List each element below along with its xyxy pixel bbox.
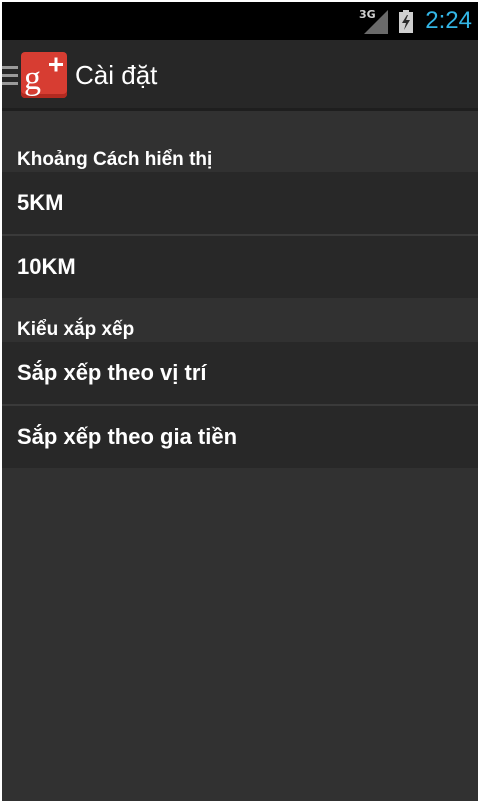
list-item-label: 5KM [17, 190, 64, 215]
signal-icon [364, 10, 388, 34]
section-header-label: Khoảng Cách hiển thị [17, 149, 213, 170]
list-item-label: Sắp xếp theo gia tiền [17, 424, 238, 449]
action-bar: g Cài đặt [2, 40, 478, 111]
page-title: Cài đặt [75, 60, 158, 90]
list-item-sort-by-price[interactable]: Sắp xếp theo gia tiền [2, 406, 478, 468]
google-plus-icon[interactable]: g [21, 52, 67, 98]
section-header-label: Kiểu xắp xếp [17, 319, 135, 340]
section-header-sort: Kiểu xắp xếp [2, 313, 478, 341]
list-item-10km[interactable]: 10KM [2, 236, 478, 298]
clock: 2:24 [425, 7, 472, 34]
section-header-distance: Khoảng Cách hiển thị [2, 143, 478, 171]
screen: 3G 2:24 g Cài đặt Khoảng Cách hiển thị 5… [2, 2, 478, 801]
list-item-sort-by-location[interactable]: Sắp xếp theo vị trí [2, 342, 478, 404]
list-item-label: 10KM [17, 254, 76, 279]
hamburger-menu-icon[interactable] [2, 66, 18, 88]
battery-charging-icon [399, 10, 413, 33]
svg-text:g: g [24, 60, 41, 97]
status-bar: 3G 2:24 [2, 2, 478, 40]
list-item-label: Sắp xếp theo vị trí [17, 360, 207, 385]
list-item-5km[interactable]: 5KM [2, 172, 478, 234]
